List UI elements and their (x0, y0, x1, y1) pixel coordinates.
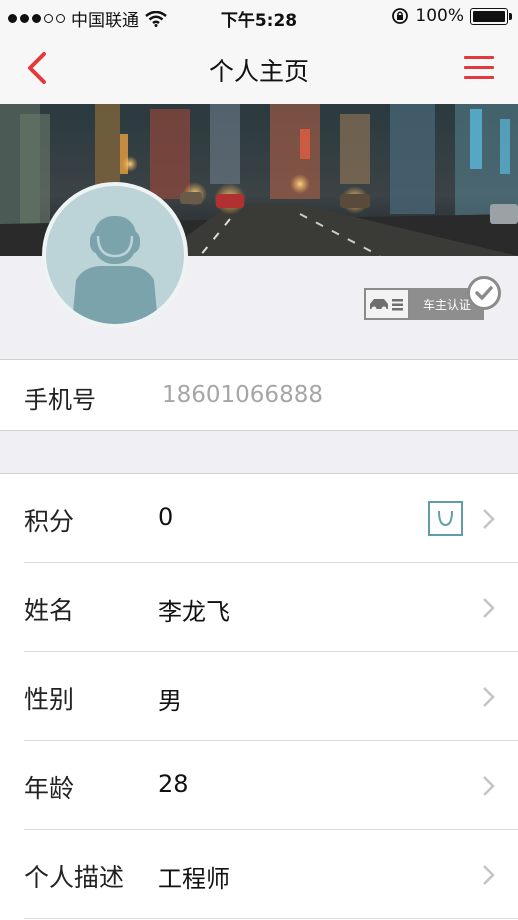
chevron-right-icon (483, 776, 495, 796)
list-item-points[interactable]: 积分 0 (0, 474, 518, 563)
points-value: 0 (158, 503, 174, 531)
car-owner-certification-badge[interactable]: 车主认证 (364, 276, 501, 320)
chevron-right-icon (483, 687, 495, 707)
checkmark-icon (467, 276, 501, 310)
battery-icon (470, 7, 512, 25)
list-item-gender[interactable]: 性别 男 (0, 652, 518, 741)
status-right: 100% (391, 6, 512, 26)
chevron-right-icon (483, 509, 495, 529)
car-icon (364, 288, 410, 320)
name-label: 姓名 (24, 596, 75, 625)
description-value: 工程师 (158, 865, 230, 893)
profile-info-list: 积分 0 姓名 李龙飞 性别 男 年龄 28 个人描述 工程师 (0, 473, 518, 920)
list-item-name[interactable]: 姓名 李龙飞 (0, 563, 518, 652)
status-bar: 中国联通 下午5:28 100% (0, 0, 518, 34)
default-user-icon (72, 216, 158, 324)
points-label: 积分 (24, 507, 75, 536)
list-item-description[interactable]: 个人描述 工程师 (0, 830, 518, 919)
gender-value: 男 (158, 687, 182, 715)
chevron-right-icon (483, 598, 495, 618)
chevron-right-icon (483, 865, 495, 885)
orientation-lock-icon (392, 8, 409, 24)
navigation-bar: 个人主页 (0, 34, 518, 104)
battery-percent: 100% (415, 6, 464, 26)
age-value: 28 (158, 770, 189, 798)
page-title: 个人主页 (208, 57, 309, 86)
hamburger-menu-icon[interactable] (464, 56, 494, 80)
phone-value: 18601066888 (162, 382, 323, 408)
name-value: 李龙飞 (158, 598, 230, 626)
description-label: 个人描述 (24, 863, 125, 892)
shopping-bag-icon[interactable] (428, 501, 463, 536)
phone-number-card[interactable]: 手机号 18601066888 (0, 359, 518, 431)
list-item-age[interactable]: 年龄 28 (0, 741, 518, 830)
phone-label: 手机号 (24, 386, 96, 414)
age-label: 年龄 (24, 774, 75, 803)
gender-label: 性别 (24, 685, 75, 714)
user-avatar[interactable] (42, 182, 188, 328)
